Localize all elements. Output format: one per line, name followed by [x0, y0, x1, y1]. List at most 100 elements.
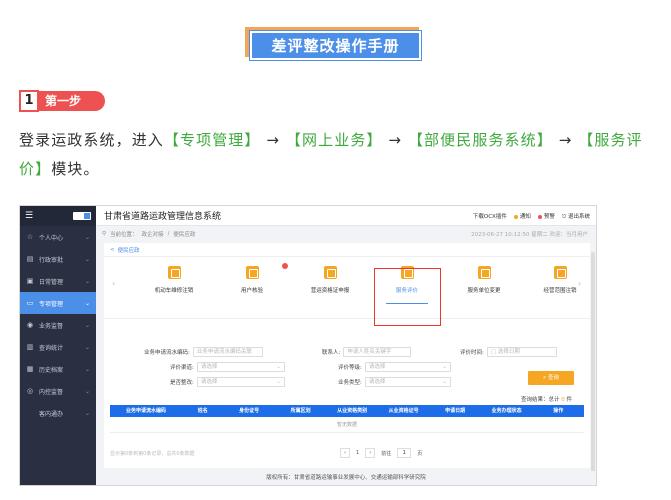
prev-page-button[interactable]: ‹: [340, 448, 350, 458]
col-status[interactable]: 业务办理状态: [481, 405, 533, 417]
contact-input[interactable]: 申请人姓名关键字: [343, 347, 412, 357]
result-count: 0: [561, 397, 565, 403]
chevron-down-icon: ⌄: [276, 379, 281, 385]
field-biz-type: 业务类型: 请选择 ⌄: [338, 377, 451, 387]
step-number: 1: [19, 90, 39, 112]
sidebar: ☰ ☆ 个人中心 ⌄ ▤ 行政审批 ⌄ ▣ 日常管理 ⌄ ▭ 专项管理 ⌄ ◉ 业务监督 ⌄ ▥ 查询…: [20, 206, 96, 485]
instruction-paragraph: 登录运政系统，进入【专项管理】 → 【网上业务】 → 【部便民服务系统】 → 【…: [19, 131, 643, 178]
bar-chart-icon: ▥: [26, 343, 34, 351]
col-name[interactable]: 姓名: [182, 405, 223, 417]
empty-table-text: 暂无数据: [110, 417, 584, 433]
goto-page-input[interactable]: 1: [397, 448, 412, 458]
manual-title: 差评整改操作手册: [245, 27, 422, 61]
field-eval-level: 评价等级: 请选择 ⌄: [338, 362, 451, 372]
chevron-down-icon: ⌄: [84, 255, 90, 263]
chevron-down-icon: ⌄: [442, 364, 447, 370]
eval-level-select[interactable]: 请选择 ⌄: [364, 362, 451, 372]
module-carousel: ‹ 机动车维修注销 用户核验 营运资格证申报 服务评价 服务单位变更 经营范围注…: [104, 257, 590, 319]
document-icon: [553, 266, 567, 279]
system-title: 甘肃省道路运政管理信息系统: [104, 212, 222, 222]
query-button[interactable]: ⌕ 查询: [528, 371, 574, 385]
field-eval-time: 评价时间: ▢ 选择日期: [460, 347, 557, 357]
download-plugin-link[interactable]: 下载OCX插件: [473, 212, 507, 220]
menu-icon[interactable]: ☰: [25, 211, 33, 221]
document-icon: ▤: [26, 255, 34, 263]
chevron-down-icon: ⌄: [84, 387, 90, 395]
field-contact: 联系人: 申请人姓名关键字: [322, 347, 412, 357]
module-user-verify[interactable]: 用户核验: [222, 263, 288, 294]
document-icon: [245, 263, 288, 279]
location-icon: ⚲: [102, 231, 107, 237]
star-icon: ☆: [26, 233, 34, 241]
notification-badge: [281, 263, 288, 269]
sidebar-item-special[interactable]: ▭ 专项管理 ⌄: [20, 292, 96, 314]
module-qualification[interactable]: 营运资格证申报: [300, 266, 360, 294]
sidebar-item-approval[interactable]: ▤ 行政审批 ⌄: [20, 248, 96, 270]
biz-type-select[interactable]: 请选择 ⌄: [364, 377, 451, 387]
pagination-summary: 显示第0条到第0条记录，总共0条数据: [110, 451, 195, 457]
col-serial[interactable]: 业务申请流水编码: [110, 405, 182, 417]
serial-input[interactable]: 业务申请流水编码关联: [192, 347, 263, 357]
bell-icon: [537, 214, 542, 219]
target-icon: ◎: [26, 387, 34, 395]
chevron-down-icon: ⌄: [84, 299, 90, 307]
eye-icon: ◉: [26, 321, 34, 329]
col-qual-no[interactable]: 从业资格证号: [378, 405, 430, 417]
eval-time-input[interactable]: ▢ 选择日期: [486, 347, 557, 357]
sidebar-item-supervision[interactable]: ◉ 业务监督 ⌄: [20, 314, 96, 336]
pagination: 显示第0条到第0条记录，总共0条数据 ‹ 1 › 前往 1 页: [110, 448, 423, 458]
col-idcard[interactable]: 身份证号: [223, 405, 275, 417]
chevron-down-icon: ⌄: [84, 409, 90, 417]
highlight-box: [374, 268, 441, 326]
path-item-1: 【专项管理】: [163, 131, 261, 149]
path-item-2: 【网上业务】: [285, 131, 383, 149]
col-action[interactable]: 操作: [532, 405, 584, 417]
col-region[interactable]: 所属区划: [275, 405, 327, 417]
sidebar-item-daily[interactable]: ▣ 日常管理 ⌄: [20, 270, 96, 292]
next-page-button[interactable]: ›: [365, 448, 376, 458]
chevron-down-icon: ⌄: [84, 343, 90, 351]
app-screenshot: ☰ ☆ 个人中心 ⌄ ▤ 行政审批 ⌄ ▣ 日常管理 ⌄ ▭ 专项管理 ⌄ ◉ 业务监督 ⌄ ▥ 查询…: [19, 205, 597, 486]
results-table: 业务申请流水编码 姓名 身份证号 所属区划 从业资格类别 从业资格证号 申请日期…: [110, 405, 584, 433]
document-icon: [323, 266, 337, 279]
breadcrumb-item[interactable]: 政企对接: [142, 230, 164, 238]
step-label: 第一步: [33, 91, 105, 111]
col-qual-type[interactable]: 从业资格类别: [326, 405, 378, 417]
breadcrumb-item[interactable]: 便民应政: [173, 230, 195, 238]
field-rectified: 是否整改: 请选择 ⌄: [170, 377, 285, 387]
sidebar-item-personal[interactable]: ☆ 个人中心 ⌄: [20, 226, 96, 248]
result-summary: 查询结果：总计 0 件: [520, 397, 572, 403]
breadcrumb: ⚲ 当前位置： 政企对接 / 便民应政 2023-06-27 10:12:50 …: [102, 230, 588, 238]
chevron-right-icon[interactable]: ›: [578, 279, 581, 288]
warning-link[interactable]: 预警: [537, 212, 555, 220]
chevron-down-icon: ⌄: [84, 365, 90, 373]
sidebar-item-crossprovince[interactable]: 客内通办 ⌄: [20, 402, 96, 424]
notice-icon: [513, 214, 518, 219]
module-vehicle-repair[interactable]: 机动车维修注销: [144, 266, 204, 294]
sidebar-item-archive[interactable]: ▦ 历史档案 ⌄: [20, 358, 96, 380]
rectified-select[interactable]: 请选择 ⌄: [196, 377, 285, 387]
calendar-icon: ▣: [26, 277, 34, 285]
module-unit-change[interactable]: 服务单位变更: [454, 266, 514, 294]
app-footer: 版权所有：甘肃省道路运输事业发展中心、交通运输部科学研究院: [96, 471, 596, 485]
theme-toggle[interactable]: [73, 212, 91, 220]
eval-channel-select[interactable]: 请选择 ⌄: [196, 362, 285, 372]
grid-icon: ▦: [26, 365, 34, 373]
document-icon: [167, 266, 181, 279]
col-apply-date[interactable]: 申请日期: [429, 405, 481, 417]
field-eval-channel: 评价渠道: 请选择 ⌄: [170, 362, 285, 372]
scrollbar[interactable]: [591, 252, 595, 472]
page-number[interactable]: 1: [356, 450, 359, 456]
panel-tab[interactable]: < 便民应政: [104, 243, 590, 257]
chevron-down-icon: ⌄: [84, 233, 90, 241]
logout-link[interactable]: ⎋ 退出系统: [562, 212, 590, 221]
step-badge: 第一步 1: [19, 90, 105, 112]
sidebar-item-stats[interactable]: ▥ 查询统计 ⌄: [20, 336, 96, 358]
sidebar-item-internal[interactable]: ◎ 内控监督 ⌄: [20, 380, 96, 402]
chevron-down-icon: ⌄: [84, 321, 90, 329]
chevron-down-icon: ⌄: [84, 277, 90, 285]
main-panel: < 便民应政 ‹ 机动车维修注销 用户核验 营运资格证申报 服务评价 服务单位变更…: [104, 243, 590, 468]
share-icon: <: [110, 246, 115, 253]
notice-link[interactable]: 通知: [513, 212, 531, 220]
chevron-left-icon[interactable]: ‹: [112, 279, 115, 288]
